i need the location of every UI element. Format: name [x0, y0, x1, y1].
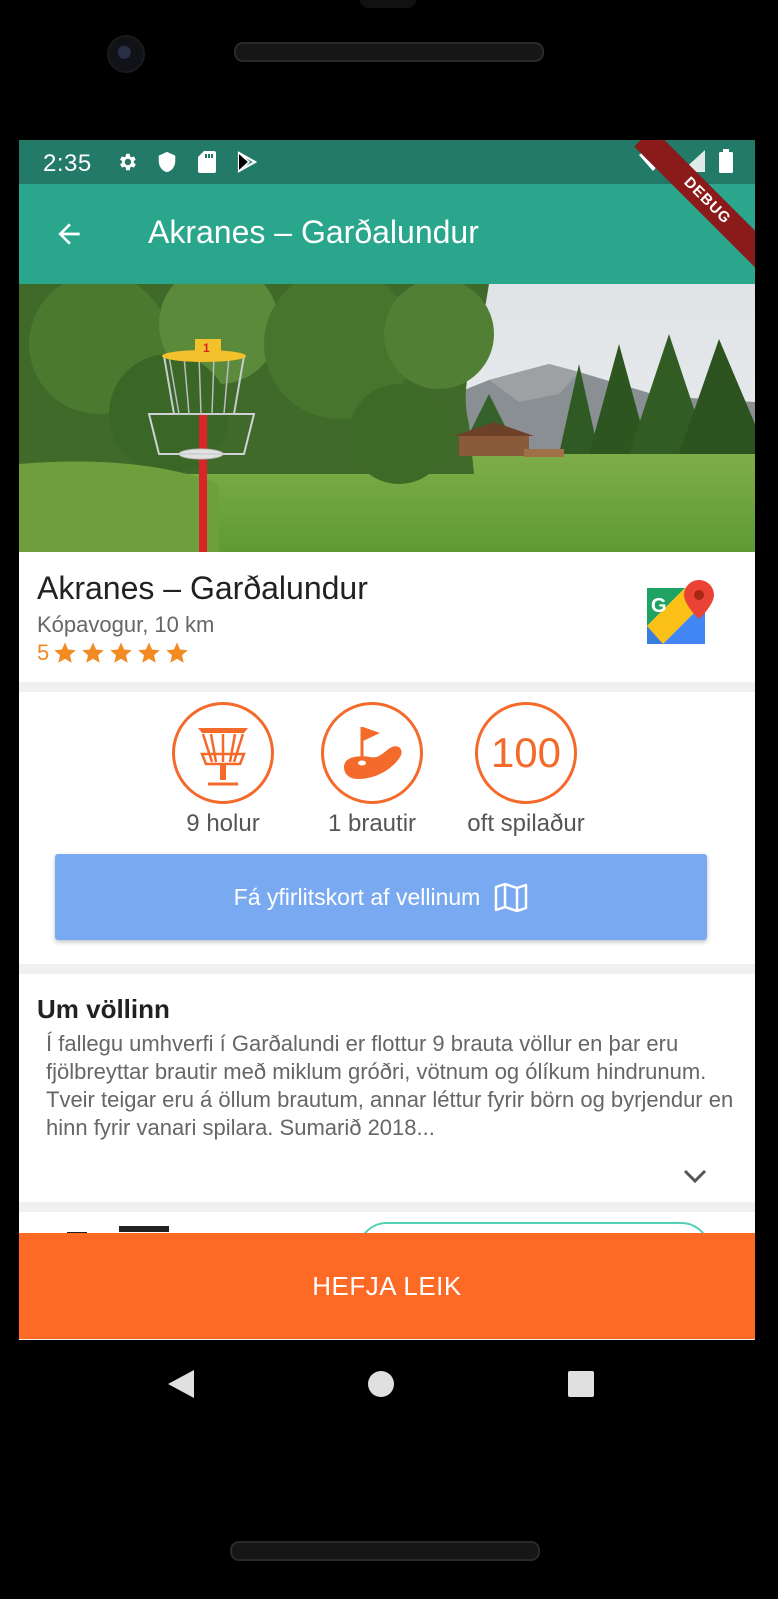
stat-played: 100 oft spilaður: [451, 702, 601, 838]
about-course-card: Um völlinn Í fallegu umhverfi í Garðalun…: [19, 974, 755, 1202]
expand-about-button[interactable]: [679, 1162, 711, 1190]
course-rating: 5: [37, 640, 189, 666]
about-title: Um völlinn: [37, 994, 170, 1024]
stat-holes-label: 9 holur: [186, 810, 260, 837]
course-stats-card: 9 holur 1 brautir 100 oft spilaður Fá yf…: [19, 692, 755, 964]
nav-home-button[interactable]: [359, 1362, 403, 1406]
start-game-button[interactable]: HEFJA LEIK: [19, 1233, 755, 1339]
stat-fairways-label: 1 brautir: [327, 810, 417, 837]
app-bar-title: Akranes – Garðalundur: [148, 214, 479, 250]
device-notch: [360, 0, 416, 8]
course-map-button[interactable]: Fá yfirlitskort af vellinum: [55, 854, 707, 940]
square-recents-icon: [568, 1371, 594, 1397]
stat-holes: 9 holur: [148, 702, 298, 838]
battery-icon: [719, 149, 733, 178]
star-icon: [138, 642, 160, 663]
star-icon: [54, 642, 76, 663]
stat-played-label: oft spilaður: [467, 810, 585, 837]
top-speaker: [234, 42, 544, 62]
stat-fairways: 1 brautir: [297, 702, 447, 838]
app-screen: 2:35 Akranes – Garðalundur DEBUG 1 Akran…: [19, 140, 755, 1365]
next-section-graphic: [119, 1226, 169, 1232]
course-info-card: Akranes – Garðalundur Kópavogur, 10 km 5: [19, 552, 755, 682]
google-maps-icon[interactable]: G: [643, 580, 719, 656]
triangle-back-icon: [168, 1370, 194, 1398]
status-notification-icons: [115, 150, 259, 174]
svg-text:1: 1: [203, 341, 210, 355]
bottom-speaker: [230, 1541, 540, 1561]
basket-icon: [198, 728, 248, 786]
sd-card-icon: [195, 150, 219, 174]
stat-fairways-circle: [321, 702, 423, 804]
chevron-down-icon: [683, 1169, 707, 1184]
map-icon: [495, 882, 528, 912]
course-name: Akranes – Garðalundur: [37, 570, 368, 606]
svg-text:G: G: [651, 595, 667, 617]
status-time: 2:35: [43, 150, 92, 177]
course-photo: 1: [19, 284, 755, 552]
star-icon: [110, 642, 132, 663]
arrow-left-icon: [58, 223, 80, 245]
back-button[interactable]: [49, 214, 89, 254]
nav-recents-button[interactable]: [559, 1362, 603, 1406]
stat-played-circle: 100: [475, 702, 577, 804]
rating-stars: [53, 641, 189, 665]
system-nav-bar: [19, 1340, 755, 1468]
flag-icon: [344, 727, 402, 779]
gear-icon: [115, 150, 139, 174]
course-map-button-label: Fá yfirlitskort af vellinum: [233, 883, 481, 910]
nav-back-button[interactable]: [159, 1362, 203, 1406]
star-icon: [166, 642, 188, 663]
circle-home-icon: [368, 1371, 394, 1397]
course-location: Kópavogur, 10 km: [37, 612, 215, 637]
rating-value: 5: [37, 640, 50, 665]
play-store-icon: [235, 150, 259, 174]
device-frame: 2:35 Akranes – Garðalundur DEBUG 1 Akran…: [0, 0, 778, 1599]
about-text: Í fallegu umhverfi í Garðalundi er flott…: [46, 1031, 734, 1140]
front-camera: [107, 35, 145, 73]
shield-icon: [155, 150, 179, 174]
app-bar: Akranes – Garðalundur DEBUG: [19, 140, 755, 284]
star-icon: [82, 642, 104, 663]
stat-holes-circle: [172, 702, 274, 804]
